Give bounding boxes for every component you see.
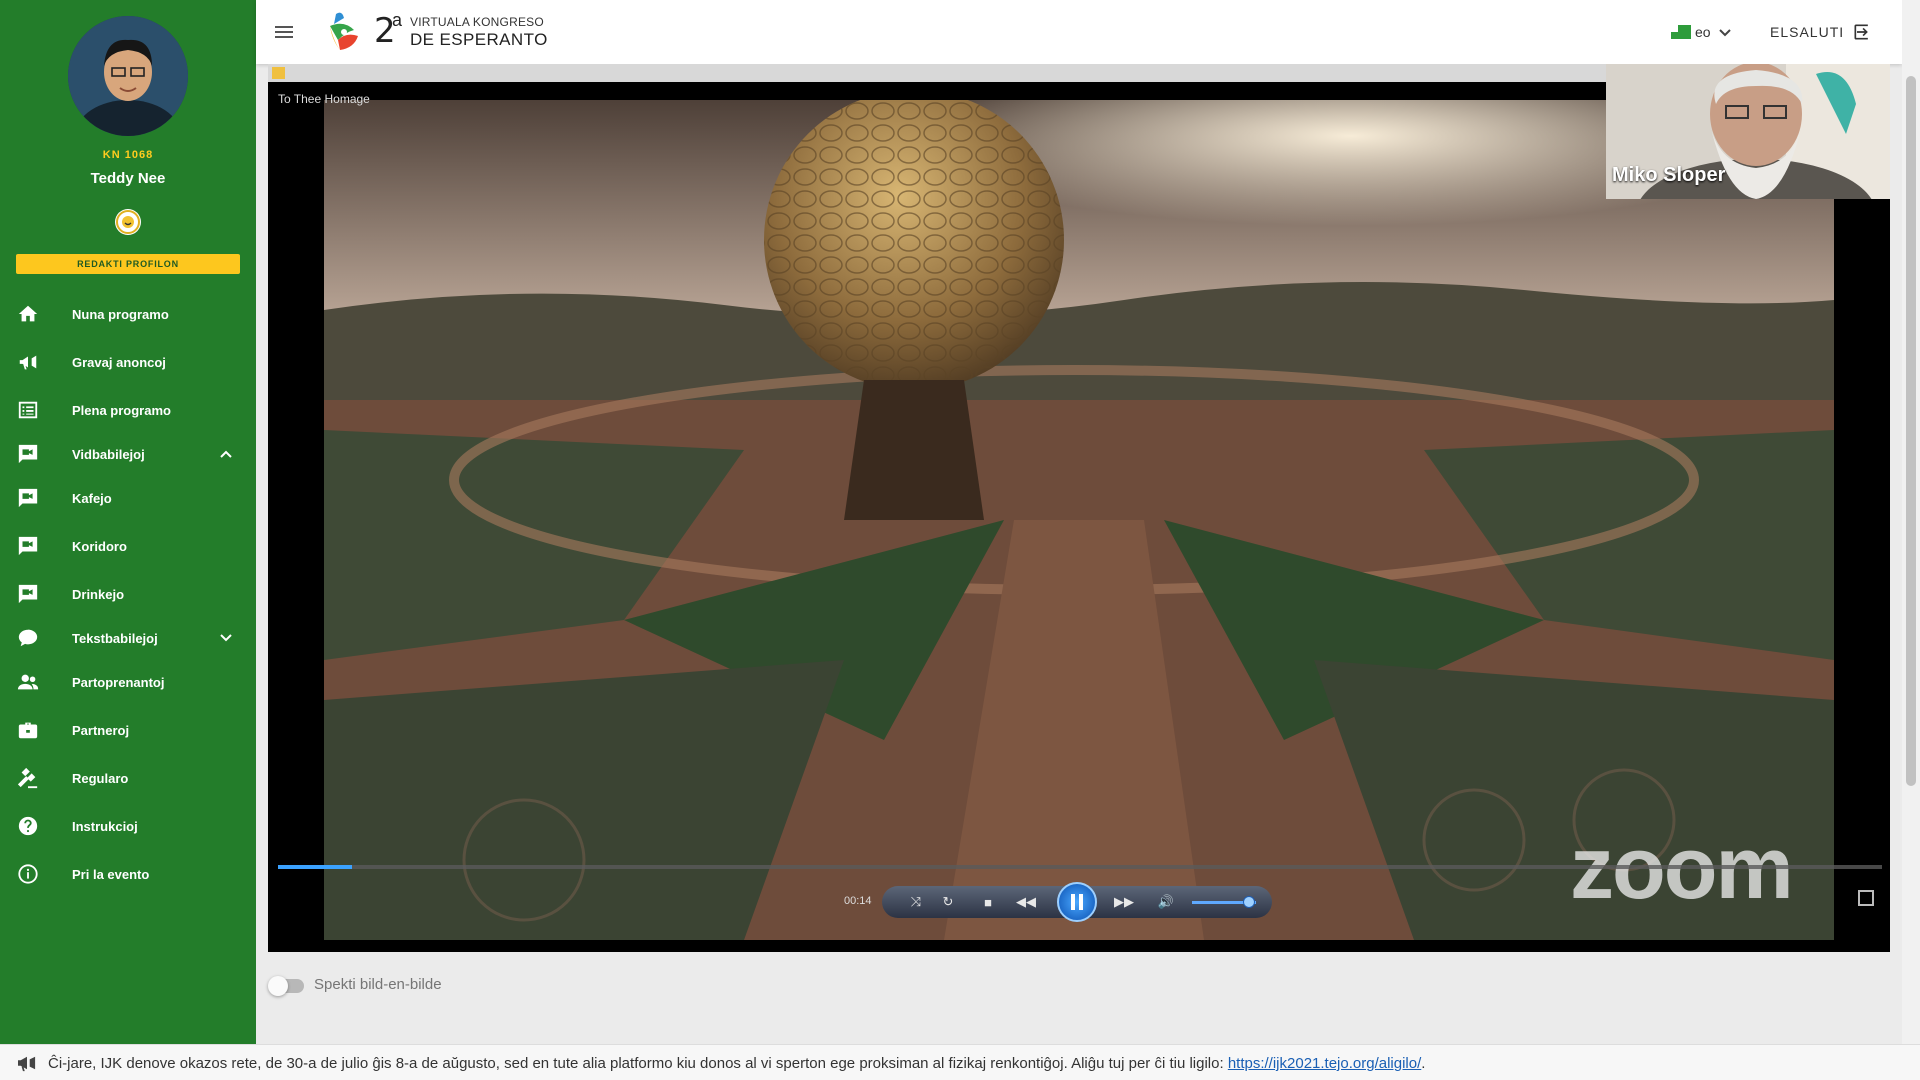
sidebar: KN 1068 Teddy Nee REDAKTI PROFILON Nuna … (0, 0, 256, 1044)
page-scrollbar[interactable] (1902, 64, 1920, 1044)
sidebar-item-label: Nuna programo (72, 306, 169, 322)
sidebar-item-label: Regularo (72, 770, 129, 786)
logout-icon (1854, 24, 1868, 40)
video-chat-icon (16, 486, 40, 510)
repeat-icon[interactable]: ↻ (938, 892, 958, 912)
sidebar-item-label: Drinkejo (72, 586, 125, 602)
playback-controls: ⤨ ↻ ■ ◀◀ ▶▶ 🔊 (882, 882, 1272, 922)
playback-time: 00:14 (844, 895, 872, 907)
sidebar-item-partoprenantoj[interactable]: Partoprenantoj (0, 662, 256, 702)
seek-bar[interactable] (278, 865, 1882, 869)
edit-profile-button[interactable]: REDAKTI PROFILON (16, 254, 240, 274)
sidebar-item-plena-programo[interactable]: Plena programo (0, 390, 256, 430)
video-content (324, 90, 1834, 940)
announcement-body: Ĉi-jare, IJK denove okazos rete, de 30-a… (48, 1055, 1228, 1072)
briefcase-icon (16, 718, 40, 742)
pip-label: Spekti bild-en-bilde (314, 976, 442, 993)
sidebar-item-label: Plena programo (72, 402, 171, 418)
chat-bubble-icon (16, 626, 40, 650)
sidebar-item-regularo[interactable]: Regularo (0, 758, 256, 798)
sidebar-item-label: Vidbabilejoj (72, 446, 145, 462)
logo-superscript: a (392, 10, 403, 30)
megaphone-icon (16, 1054, 38, 1072)
list-icon (16, 398, 40, 422)
video-chat-icon (16, 534, 40, 558)
speaker-video-tile[interactable]: Miko Sloper (1606, 64, 1890, 199)
top-app-bar: 2 a VIRTUALA KONGRESO DE ESPERANTO eo EL… (256, 0, 1902, 64)
info-icon (16, 862, 40, 886)
volume-icon[interactable]: 🔊 (1156, 892, 1176, 912)
sidebar-item-vidbabilejoj[interactable]: Vidbabilejoj (0, 434, 256, 474)
scrollbar-thumb[interactable] (1906, 76, 1916, 786)
sidebar-item-label: Pri la evento (72, 866, 150, 882)
announcement-bar: Ĉi-jare, IJK denove okazos rete, de 30-a… (0, 1044, 1920, 1080)
help-icon (16, 814, 40, 838)
sidebar-item-kafejo[interactable]: Kafejo (0, 478, 256, 518)
announcement-suffix: . (1421, 1055, 1426, 1072)
play-thumbnail-icon (272, 67, 285, 79)
avatar[interactable] (68, 16, 188, 136)
esperanto-flag-icon (1671, 25, 1691, 39)
video-player[interactable]: To Thee Homage Miko Sloper zoom 00:14 ⤨ … (268, 64, 1890, 952)
people-icon (16, 670, 40, 694)
video-title: To Thee Homage (278, 92, 370, 106)
speaker-name: Miko Sloper (1612, 164, 1726, 186)
chevron-down-icon[interactable] (218, 630, 234, 646)
pause-button[interactable] (1057, 882, 1097, 922)
gavel-icon (16, 766, 40, 790)
rewind-icon[interactable]: ◀◀ (1016, 892, 1036, 912)
sidebar-item-drinkejo[interactable]: Drinkejo (0, 574, 256, 614)
language-code: eo (1695, 24, 1711, 40)
scrollbar-top (1902, 0, 1920, 64)
sidebar-item-label: Partneroj (72, 722, 130, 738)
logout-label: ELSALUTI (1770, 24, 1845, 40)
sidebar-item-instrukcioj[interactable]: Instrukcioj (0, 806, 256, 846)
sidebar-item-label: Kafejo (72, 490, 112, 506)
hamburger-menu-icon[interactable] (272, 20, 296, 44)
registration-link[interactable]: https://ijk2021.tejo.org/aligilo/ (1228, 1055, 1421, 1072)
language-selector[interactable]: eo (1671, 22, 1733, 42)
fullscreen-icon[interactable] (1858, 890, 1874, 906)
sidebar-item-koridoro[interactable]: Koridoro (0, 526, 256, 566)
pip-toggle[interactable] (268, 976, 306, 996)
volume-knob[interactable] (1243, 896, 1256, 908)
stop-icon[interactable]: ■ (978, 892, 998, 912)
video-chat-icon (16, 582, 40, 606)
congress-logo-icon[interactable] (324, 10, 364, 54)
sidebar-item-label: Instrukcioj (72, 818, 138, 834)
logo-title-line1: VIRTUALA KONGRESO (410, 15, 544, 29)
video-chat-icon (16, 442, 40, 466)
sidebar-item-tekstbabilejoj[interactable]: Tekstbabilejoj (0, 618, 256, 658)
user-name: Teddy Nee (90, 170, 166, 187)
sidebar-item-gravaj-anoncoj[interactable]: Gravaj anoncoj (0, 342, 256, 382)
pip-toggle-knob (268, 976, 288, 996)
pause-icon (1071, 894, 1083, 910)
announcement-text: Ĉi-jare, IJK denove okazos rete, de 30-a… (48, 1055, 1425, 1072)
chevron-down-icon (1718, 29, 1731, 37)
chevron-up-icon[interactable] (218, 446, 234, 462)
logo-title-line2: DE ESPERANTO (410, 30, 548, 49)
logout-button[interactable]: ELSALUTI (1770, 22, 1872, 42)
megaphone-icon (16, 350, 40, 374)
sidebar-item-label: Gravaj anoncoj (72, 354, 166, 370)
sidebar-item-label: Koridoro (72, 538, 127, 554)
sidebar-item-partneroj[interactable]: Partneroj (0, 710, 256, 750)
sidebar-item-pri-la-evento[interactable]: Pri la evento (0, 854, 256, 894)
sidebar-item-label: Partoprenantoj (72, 674, 165, 690)
fast-forward-icon[interactable]: ▶▶ (1114, 892, 1134, 912)
shuffle-icon[interactable]: ⤨ (906, 892, 926, 912)
sidebar-item-nuna-programo[interactable]: Nuna programo (0, 294, 256, 334)
seek-progress (278, 865, 352, 869)
sidebar-item-label: Tekstbabilejoj (72, 630, 158, 646)
user-code: KN 1068 (102, 149, 154, 161)
home-icon (16, 302, 40, 326)
badge-icon (115, 209, 141, 235)
